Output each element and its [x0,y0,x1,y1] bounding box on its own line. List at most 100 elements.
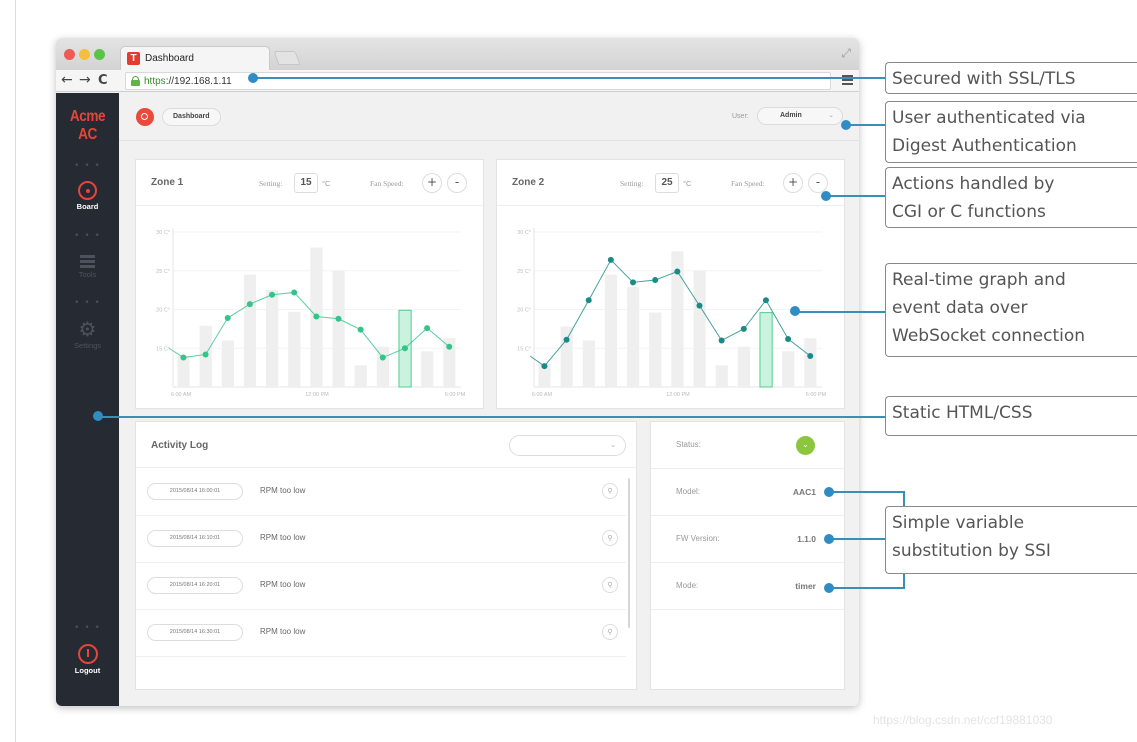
search-icon[interactable]: ⚲ [602,530,618,546]
breadcrumb[interactable]: Dashboard [162,108,221,126]
callout-text: Actions handled by [892,174,1055,194]
setting-label: Setting: [620,179,644,188]
setting-label: Setting: [259,179,283,188]
data-point [585,297,592,304]
fw-version-value: 1.1.0 [797,534,816,544]
callout-text: WebSocket connection [892,326,1086,346]
connector-dot [790,306,800,316]
minimize-window-button[interactable] [79,49,90,60]
log-filter-select[interactable]: ⌄ [509,435,626,456]
connector-line [903,573,905,589]
maximize-window-button[interactable] [94,49,105,60]
new-tab-button[interactable] [273,51,301,65]
connector-dot [93,411,103,421]
bar [221,340,234,387]
user-value: Admin [780,112,802,119]
log-row: 2015/08/14 16:20:01 RPM too low ⚲ [136,563,626,610]
model-value: AAC1 [792,487,816,497]
mode-row: Mode: timer [651,563,844,610]
fan-speed-decrease-button[interactable]: - [808,173,828,193]
search-icon[interactable]: ⚲ [602,483,618,499]
bar [354,365,367,387]
user-label: User: [732,113,749,120]
x-tick-label: 6:00 AM [171,392,192,398]
connector-line [829,587,904,589]
x-tick-label: 6:00 AM [532,392,553,398]
bar [737,346,750,387]
data-point [246,301,253,308]
callout-actions: Actions handled by CGI or C functions [885,167,1137,228]
log-message: RPM too low [260,486,306,495]
sidebar: Acme AC • • • Board • • • Tools • • • ⚙ … [56,93,119,706]
connector-dot [248,73,258,83]
data-point [269,291,276,298]
sidebar-item-settings[interactable]: ⚙ Settings [56,319,119,350]
data-point [785,335,792,342]
connector-line [829,538,885,540]
callout-ssi: Simple variable substitution by SSI [885,506,1137,574]
y-tick-label: 15 C° [517,346,531,352]
fan-speed-decrease-button[interactable]: - [447,173,467,193]
divider-dots: • • • [74,231,101,241]
setting-input[interactable]: 15 [294,173,318,193]
home-button[interactable] [136,108,154,126]
chevron-down-icon: ⌄ [828,111,834,119]
bar [649,312,662,387]
back-arrow-icon[interactable]: ← [61,72,73,88]
fullscreen-icon[interactable]: ⤢ [841,46,851,61]
gauge-icon [78,181,97,200]
fan-speed-label: Fan Speed: [370,179,404,188]
log-timestamp: 2015/08/14 16:20:01 [147,577,243,594]
logout-button[interactable]: Logout [56,644,119,675]
log-timestamp: 2015/08/14 16:10:01 [147,530,243,547]
bar [693,270,706,387]
connector-line [846,124,885,126]
divider-dots: • • • [74,161,101,171]
callout-ssl: Secured with SSL/TLS [885,62,1137,94]
callout-text: Secured with SSL/TLS [892,69,1076,89]
data-point [740,325,747,332]
mode-label: Mode: [676,581,699,590]
x-tick-label: 6:00 PM [806,392,827,398]
sidebar-item-tools[interactable]: Tools [56,255,119,279]
data-point [807,353,814,359]
user-select[interactable]: Admin ⌄ [757,107,843,125]
data-point [696,302,703,309]
data-point [563,336,570,343]
zone-header: Zone 1 Setting: 15 °C Fan Speed: + - [136,160,483,206]
search-icon[interactable]: ⚲ [602,577,618,593]
reload-icon[interactable]: C [98,73,108,88]
bar [421,351,434,387]
log-scrollbar[interactable] [628,478,630,628]
top-bar: Dashboard User: Admin ⌄ [119,93,859,141]
connector-dot [841,120,851,130]
zone-2-card: Zone 2 Setting: 25 °C Fan Speed: + - 15 … [496,159,845,409]
favicon-icon: T [127,52,140,65]
gear-icon: ⚙ [78,317,97,341]
zone-1-card: Zone 1 Setting: 15 °C Fan Speed: + - 15 … [135,159,484,409]
data-point [401,345,408,352]
connector-line [826,195,885,197]
fan-speed-increase-button[interactable]: + [783,173,803,193]
fan-speed-increase-button[interactable]: + [422,173,442,193]
callout-text: substitution by SSI [892,541,1051,561]
address-bar[interactable]: https://192.168.1.11 [125,72,831,90]
model-row: Model: AAC1 [651,469,844,516]
model-label: Model: [676,487,701,496]
setting-input[interactable]: 25 [655,173,679,193]
fw-version-row: FW Version: 1.1.0 [651,516,844,563]
forward-arrow-icon[interactable]: → [79,72,91,88]
data-point [446,343,453,350]
search-icon[interactable]: ⚲ [602,624,618,640]
sidebar-item-board[interactable]: Board [56,181,119,211]
browser-tab-dashboard[interactable]: T Dashboard [120,46,270,70]
data-point [541,363,548,370]
x-tick-label: 12:00 PM [305,392,329,398]
close-window-button[interactable] [64,49,75,60]
log-message: RPM too low [260,627,306,636]
watermark: https://blog.csdn.net/ccf19881030 [873,713,1053,727]
log-message: RPM too low [260,580,306,589]
bar [332,270,345,387]
connector-line [903,491,905,507]
log-timestamp: 2015/08/14 16:00:01 [147,483,243,500]
